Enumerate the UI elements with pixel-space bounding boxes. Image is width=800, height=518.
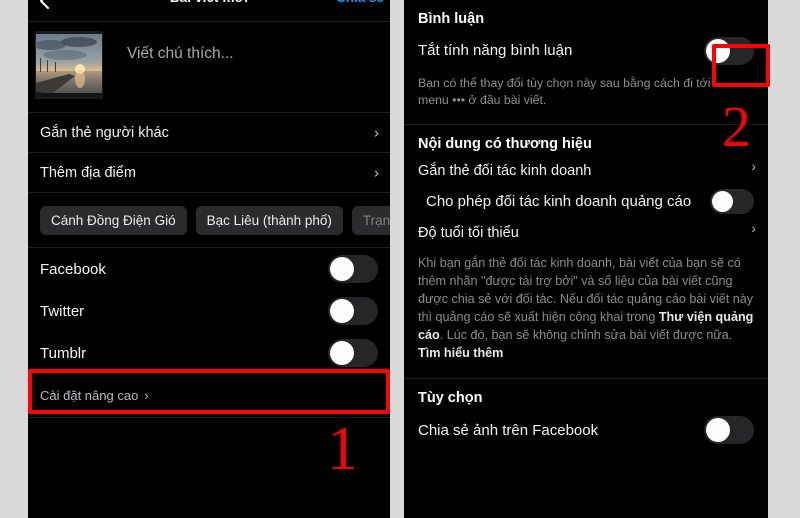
switch-knob — [712, 191, 733, 213]
location-chip[interactable]: Cánh Đồng Điện Gió — [40, 205, 187, 235]
turn-off-comments-label: Tắt tính năng bình luận — [418, 42, 573, 60]
share-photo-facebook-label: Chia sẻ ảnh trên Facebook — [418, 421, 599, 439]
twitter-label: Twitter — [40, 302, 85, 320]
tag-business-partner-row[interactable]: Gắn thẻ đối tác kinh doanh › — [404, 152, 768, 179]
facebook-label: Facebook — [40, 260, 106, 278]
location-suggestions: Cánh Đồng Điện Gió Bạc Liêu (thành phố) … — [28, 193, 390, 248]
add-location-label: Thêm địa điểm — [40, 164, 136, 181]
chevron-right-icon: › — [144, 388, 149, 403]
photo-thumbnail-sunset-windmills[interactable] — [35, 31, 103, 99]
switch-knob — [330, 257, 354, 281]
options-section-title: Tùy chọn — [418, 390, 483, 407]
switch-knob — [706, 39, 730, 63]
chevron-right-icon: › — [374, 124, 379, 141]
tag-people-label: Gắn thẻ người khác — [40, 124, 169, 141]
twitter-switch[interactable] — [328, 297, 378, 325]
chevron-right-icon: › — [751, 220, 756, 237]
minimum-age-label: Độ tuổi tối thiểu — [418, 225, 519, 242]
allow-partner-ads-row[interactable]: Cho phép đối tác kinh doanh quảng cáo — [404, 179, 768, 215]
branded-content-paragraph: Khi bạn gắn thẻ đối tác kinh doanh, bài … — [404, 241, 768, 374]
tumblr-label: Tumblr — [40, 344, 87, 362]
turn-off-comments-row[interactable]: Tắt tính năng bình luận — [404, 27, 768, 65]
annotation-step-2: 2 — [722, 94, 751, 159]
share-button[interactable]: Chia sẻ — [336, 0, 384, 5]
branded-section-title: Nội dung có thương hiệu — [418, 136, 592, 153]
caption-row[interactable]: Viết chú thích... — [28, 22, 390, 113]
location-chip[interactable]: Trạn — [351, 205, 390, 235]
share-toggle-twitter[interactable]: Twitter — [28, 290, 390, 332]
share-photo-facebook-row[interactable]: Chia sẻ ảnh trên Facebook — [404, 406, 768, 445]
share-toggle-tumblr[interactable]: Tumblr — [28, 332, 390, 374]
learn-more-link[interactable]: Tìm hiểu thêm — [418, 346, 503, 360]
comments-section-title: Bình luận — [418, 11, 485, 27]
location-chip[interactable]: Bạc Liêu (thành phố) — [195, 205, 343, 235]
facebook-switch[interactable] — [328, 255, 378, 283]
switch-knob — [330, 299, 354, 323]
allow-partner-ads-label: Cho phép đối tác kinh doanh quảng cáo — [426, 193, 692, 211]
minimum-age-row[interactable]: Độ tuổi tối thiểu › — [404, 214, 768, 241]
allow-partner-ads-switch[interactable] — [710, 189, 754, 215]
caption-placeholder: Viết chú thích... — [127, 45, 234, 62]
comments-note: Bạn có thể thay đổi tùy chọn này sau bằn… — [418, 76, 711, 107]
sidebar-item-tag-people[interactable]: Gắn thẻ người khác › — [28, 113, 390, 153]
advanced-settings-label: Cài đặt nâng cao — [40, 388, 139, 403]
screenshot-root: Bài viết mới Chia sẻ — [0, 0, 800, 518]
chevron-right-icon: › — [751, 158, 756, 175]
share-photo-facebook-switch[interactable] — [704, 416, 754, 445]
annotation-step-1: 1 — [327, 415, 358, 483]
turn-off-comments-switch[interactable] — [704, 37, 754, 65]
chevron-right-icon: › — [374, 164, 379, 181]
sidebar-item-add-location[interactable]: Thêm địa điểm › — [28, 153, 390, 193]
tag-business-partner-label: Gắn thẻ đối tác kinh doanh — [418, 163, 592, 180]
new-post-header: Bài viết mới Chia sẻ — [28, 0, 390, 22]
advanced-settings-link[interactable]: Cài đặt nâng cao › — [28, 374, 390, 418]
advanced-settings-screen: Bình luận Tắt tính năng bình luận Bạn có… — [404, 0, 768, 518]
paragraph-part: . Lúc đó, bạn sẽ không chỉnh sửa bài viế… — [439, 327, 733, 342]
switch-knob — [330, 341, 354, 365]
tumblr-switch[interactable] — [328, 339, 378, 367]
share-toggle-facebook[interactable]: Facebook — [28, 248, 390, 290]
switch-knob — [706, 418, 730, 443]
